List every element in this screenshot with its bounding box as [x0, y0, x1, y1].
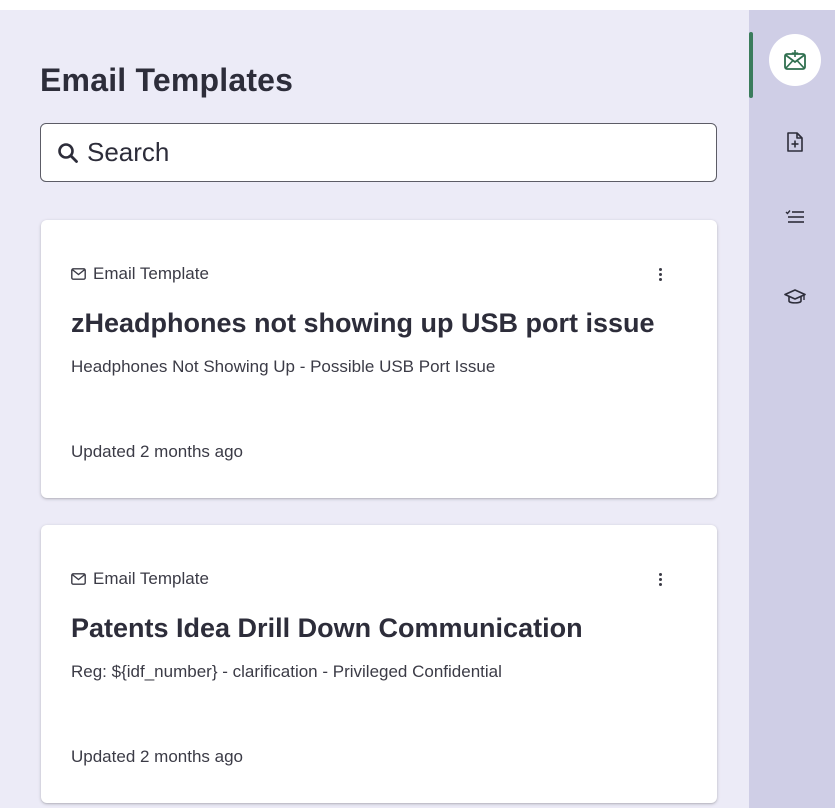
rail-checklist-button[interactable]: [770, 192, 820, 242]
search-icon: [58, 142, 78, 163]
template-title[interactable]: zHeadphones not showing up USB port issu…: [71, 308, 701, 339]
search-box[interactable]: [40, 123, 717, 182]
envelope-icon: [71, 573, 86, 585]
email-template-icon: [784, 50, 806, 70]
active-rail-indicator: [749, 32, 753, 98]
template-updated: Updated 2 months ago: [71, 442, 244, 461]
template-subject: Headphones Not Showing Up - Possible USB…: [71, 357, 496, 376]
template-card[interactable]: Email Template zHeadphones not showing u…: [41, 220, 717, 498]
more-options-icon[interactable]: [655, 264, 665, 284]
app-frame: Email Templates Email Template zHeadphon…: [0, 10, 835, 808]
add-document-icon: [787, 132, 803, 152]
rail-email-templates-button[interactable]: [769, 34, 821, 86]
template-subject: Reg: ${idf_number} - clarification - Pri…: [71, 662, 502, 681]
checklist-icon: [785, 210, 804, 223]
more-options-icon[interactable]: [655, 569, 665, 589]
rail-add-document-button[interactable]: [770, 117, 820, 167]
template-card[interactable]: Email Template Patents Idea Drill Down C…: [41, 525, 717, 803]
envelope-icon: [71, 268, 86, 280]
template-type-label: Email Template: [93, 264, 209, 283]
template-type: Email Template: [71, 569, 209, 589]
page-title: Email Templates: [40, 62, 294, 98]
graduation-cap-icon: [784, 289, 806, 304]
email-templates-panel: Email Templates Email Template zHeadphon…: [0, 10, 749, 808]
template-type-label: Email Template: [93, 569, 209, 588]
template-type: Email Template: [71, 264, 209, 284]
template-title[interactable]: Patents Idea Drill Down Communication: [71, 613, 701, 644]
template-updated: Updated 2 months ago: [71, 747, 244, 766]
search-input[interactable]: [87, 137, 667, 168]
rail-learning-button[interactable]: [770, 272, 820, 322]
